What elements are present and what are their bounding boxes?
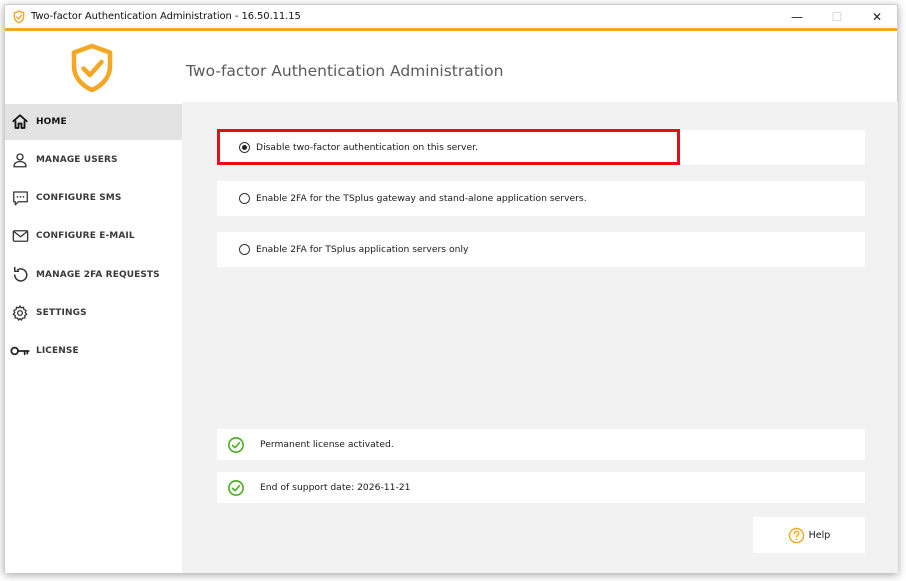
option-enable-2fa-app-servers[interactable]: Enable 2FA for TSplus application server… bbox=[217, 232, 865, 267]
sidebar-item-label: HOME bbox=[36, 117, 67, 127]
shield-check-icon bbox=[13, 9, 25, 24]
radio-button[interactable] bbox=[239, 193, 250, 204]
sidebar-item-configure-sms[interactable]: CONFIGURE SMS bbox=[5, 180, 182, 216]
sidebar-item-label: CONFIGURE SMS bbox=[36, 193, 122, 203]
status-text: Permanent license activated. bbox=[260, 439, 394, 450]
logo-shield-icon bbox=[71, 43, 113, 93]
option-label: Disable two-factor authentication on thi… bbox=[256, 142, 478, 153]
help-label: Help bbox=[808, 529, 831, 541]
close-button[interactable]: ✕ bbox=[857, 5, 897, 29]
sidebar-item-license[interactable]: LICENSE bbox=[5, 333, 182, 369]
sidebar-item-configure-email[interactable]: CONFIGURE E-MAIL bbox=[5, 218, 182, 254]
radio-button[interactable] bbox=[239, 142, 250, 153]
user-icon bbox=[10, 150, 30, 170]
option-enable-2fa-gateway[interactable]: Enable 2FA for the TSplus gateway and st… bbox=[217, 181, 865, 216]
home-icon bbox=[10, 112, 30, 132]
sidebar-item-home[interactable]: HOME bbox=[5, 104, 182, 140]
window-controls: — ☐ ✕ bbox=[777, 5, 897, 29]
window-title: Two-factor Authentication Administration… bbox=[31, 11, 301, 22]
option-label: Enable 2FA for TSplus application server… bbox=[256, 244, 469, 255]
key-icon bbox=[10, 341, 30, 361]
email-icon bbox=[10, 226, 30, 246]
sidebar-item-label: MANAGE USERS bbox=[36, 155, 118, 165]
sidebar-item-manage-2fa-requests[interactable]: MANAGE 2FA REQUESTS bbox=[5, 257, 182, 293]
status-license: Permanent license activated. bbox=[217, 429, 865, 460]
option-label: Enable 2FA for the TSplus gateway and st… bbox=[256, 193, 587, 204]
app-header: Two-factor Authentication Administration bbox=[5, 32, 897, 102]
minimize-button[interactable]: — bbox=[777, 5, 817, 29]
sidebar-item-settings[interactable]: SETTINGS bbox=[5, 295, 182, 331]
status-support-date: End of support date: 2026-11-21 bbox=[217, 472, 865, 503]
page-title: Two-factor Authentication Administration bbox=[186, 62, 504, 80]
undo-icon bbox=[10, 265, 30, 285]
sidebar-item-label: SETTINGS bbox=[36, 308, 87, 318]
status-text: End of support date: 2026-11-21 bbox=[260, 482, 411, 493]
sidebar-item-label: CONFIGURE E-MAIL bbox=[36, 231, 135, 241]
sidebar-item-label: MANAGE 2FA REQUESTS bbox=[36, 270, 160, 280]
help-button[interactable]: Help bbox=[753, 517, 865, 553]
check-circle-icon bbox=[228, 479, 244, 496]
gear-icon bbox=[10, 303, 30, 323]
radio-button[interactable] bbox=[239, 244, 250, 255]
main-content: Disable two-factor authentication on thi… bbox=[182, 102, 898, 573]
title-bar: Two-factor Authentication Administration… bbox=[5, 5, 897, 31]
option-disable-2fa[interactable]: Disable two-factor authentication on thi… bbox=[217, 130, 865, 165]
sms-icon bbox=[10, 188, 30, 208]
sidebar-item-manage-users[interactable]: MANAGE USERS bbox=[5, 142, 182, 178]
app-window: Two-factor Authentication Administration… bbox=[4, 4, 898, 573]
sidebar: HOME MANAGE USERS CONFIGURE SMS CONFIGUR… bbox=[5, 102, 182, 573]
sidebar-item-label: LICENSE bbox=[36, 346, 79, 356]
check-circle-icon bbox=[228, 436, 244, 453]
help-icon bbox=[788, 527, 804, 543]
maximize-button[interactable]: ☐ bbox=[817, 5, 857, 29]
